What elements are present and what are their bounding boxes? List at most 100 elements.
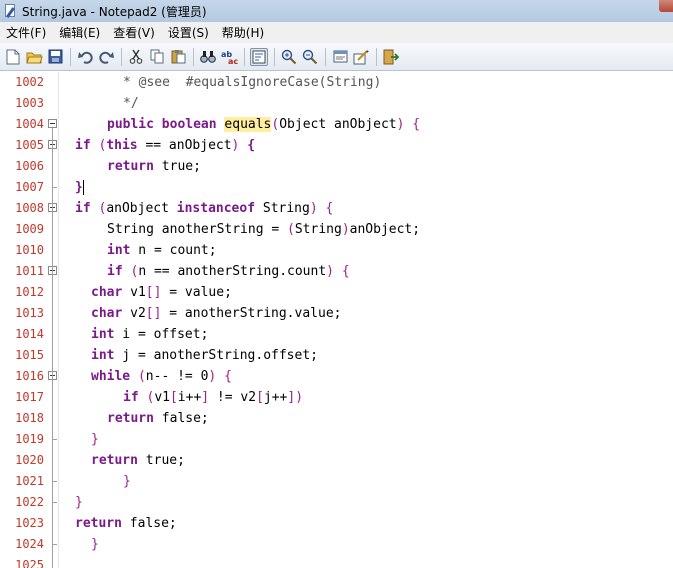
- code-token: }: [123, 474, 131, 489]
- line-number: 1014: [15, 327, 44, 341]
- keyword-token: if: [107, 264, 123, 279]
- word-wrap-button[interactable]: [250, 47, 268, 66]
- code-token: true;: [137, 453, 185, 468]
- code-text: if (n == anotherString.count) {: [107, 261, 350, 282]
- undo-icon: [77, 50, 93, 64]
- code-line[interactable]: 1023 return false;: [0, 513, 673, 534]
- code-token: * @see #equalsIgnoreCase(String): [123, 75, 382, 90]
- code-token: v1: [122, 285, 146, 300]
- code-token: v1: [154, 390, 170, 405]
- open-folder-button[interactable]: [25, 48, 43, 66]
- code-line[interactable]: 1015 int j = anotherString.offset;: [0, 345, 673, 366]
- code-text: return true;: [91, 450, 185, 471]
- customize-icon: [353, 49, 369, 65]
- keyword-token: this: [106, 138, 138, 153]
- window-title: String.java - Notepad2 (管理员): [22, 4, 207, 19]
- zoom-out-button[interactable]: [301, 48, 319, 66]
- code-token: n = count;: [130, 243, 217, 258]
- code-line[interactable]: 1024}: [0, 534, 673, 555]
- code-text: return true;: [107, 156, 201, 177]
- code-text: if (anObject instanceof String) {: [75, 198, 333, 219]
- menu-item-2[interactable]: 查看(V): [113, 24, 155, 41]
- cut-button[interactable]: [127, 48, 145, 66]
- customize-button[interactable]: [352, 48, 370, 66]
- copy-button[interactable]: [148, 48, 166, 66]
- toolbar-separator: [193, 47, 194, 66]
- fold-guide: [52, 128, 53, 568]
- code-line[interactable]: 1008 if (anObject instanceof String) {: [0, 198, 673, 219]
- code-text: String anotherString = (String)anObject;: [107, 219, 420, 240]
- code-line[interactable]: 1012 char v1[] = value;: [0, 282, 673, 303]
- keyword-token: int: [107, 243, 131, 258]
- zoom-in-icon: [281, 49, 297, 65]
- code-token: (: [137, 369, 146, 384]
- code-text: * @see #equalsIgnoreCase(String): [123, 72, 381, 93]
- code-text: if (this == anObject) {: [75, 135, 255, 156]
- scheme-button[interactable]: [331, 48, 349, 66]
- code-line[interactable]: 1007}: [0, 177, 673, 198]
- code-line[interactable]: 1016 while (n-- != 0) {: [0, 366, 673, 387]
- code-token: */: [123, 96, 139, 111]
- code-token: anObject;: [349, 222, 421, 237]
- code-token: {: [341, 264, 350, 279]
- copy-icon: [150, 49, 165, 64]
- menu-item-3[interactable]: 设置(S): [168, 24, 209, 41]
- code-line[interactable]: 1017 if (v1[i++] != v2[j++]): [0, 387, 673, 408]
- code-line[interactable]: 1004 public boolean equals(Object anObjec…: [0, 114, 673, 135]
- keyword-token: return: [107, 159, 154, 174]
- paste-button[interactable]: [169, 48, 187, 66]
- menu-item-4[interactable]: 帮助(H): [222, 24, 264, 41]
- code-line[interactable]: 1013 char v2[] = anotherString.value;: [0, 303, 673, 324]
- code-token: }: [91, 537, 99, 552]
- code-line[interactable]: 1019}: [0, 429, 673, 450]
- code-token: ]: [201, 390, 210, 405]
- save-button[interactable]: [46, 48, 64, 66]
- line-number: 1009: [15, 222, 44, 236]
- code-line[interactable]: 1005 if (this == anObject) {: [0, 135, 673, 156]
- code-text: int i = offset;: [91, 324, 208, 345]
- code-line[interactable]: 1025: [0, 555, 673, 568]
- code-text: return false;: [75, 513, 177, 534]
- code-token: i = offset;: [114, 327, 209, 342]
- line-number: 1021: [15, 474, 44, 488]
- undo-button[interactable]: [76, 48, 94, 66]
- code-line[interactable]: 1010 int n = count;: [0, 240, 673, 261]
- line-number: 1022: [15, 495, 44, 509]
- line-number: 1011: [15, 264, 44, 278]
- menu-item-1[interactable]: 编辑(E): [59, 24, 100, 41]
- replace-button[interactable]: ab ac: [220, 48, 238, 66]
- menu-item-0[interactable]: 文件(F): [6, 24, 46, 41]
- code-token: j++: [263, 390, 288, 405]
- code-line[interactable]: 1011 if (n == anotherString.count) {: [0, 261, 673, 282]
- code-line[interactable]: 1002 * @see #equalsIgnoreCase(String): [0, 72, 673, 93]
- close-button[interactable]: [659, 0, 673, 12]
- redo-button[interactable]: [97, 48, 115, 66]
- replace-icon: ab ac: [221, 49, 238, 65]
- code-line[interactable]: 1009 String anotherString = (String)anObj…: [0, 219, 673, 240]
- fold-toggle-icon[interactable]: [48, 119, 57, 128]
- open-folder-icon: [25, 50, 43, 64]
- code-line[interactable]: 1020 return true;: [0, 450, 673, 471]
- code-text: char v2[] = anotherString.value;: [91, 303, 341, 324]
- exit-button[interactable]: [382, 48, 400, 66]
- code-token: false;: [153, 411, 209, 426]
- line-number: 1002: [15, 75, 44, 89]
- code-line[interactable]: 1003 */: [0, 93, 673, 114]
- keyword-token: char: [91, 306, 123, 321]
- code-line[interactable]: 1014 int i = offset;: [0, 324, 673, 345]
- zoom-in-button[interactable]: [280, 48, 298, 66]
- code-line[interactable]: 1022}: [0, 492, 673, 513]
- code-token: ): [326, 264, 334, 279]
- code-token: = value;: [161, 285, 232, 300]
- line-number: 1015: [15, 348, 44, 362]
- highlighted-token: equals: [224, 117, 272, 132]
- find-button[interactable]: [199, 48, 217, 66]
- code-line[interactable]: 1021}: [0, 471, 673, 492]
- code-editor[interactable]: 1002 * @see #equalsIgnoreCase(String) 1003…: [0, 72, 673, 568]
- toolbar-separator: [70, 47, 71, 66]
- code-line[interactable]: 1018 return false;: [0, 408, 673, 429]
- line-number: 1025: [15, 558, 44, 568]
- new-file-button[interactable]: [4, 48, 22, 66]
- code-line[interactable]: 1006 return true;: [0, 156, 673, 177]
